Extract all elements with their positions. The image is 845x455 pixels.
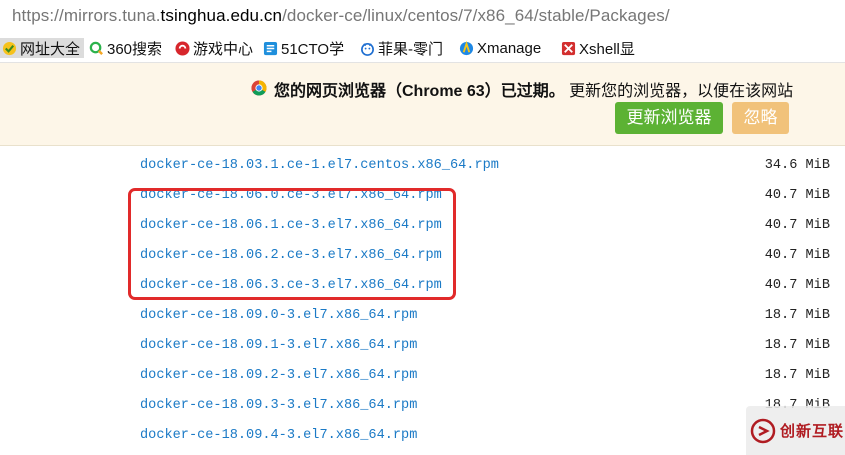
- url-domain: tsinghua.edu.cn: [160, 6, 283, 25]
- file-row: docker-ce-18.06.0.ce-3.el7.x86_64.rpm 40.…: [0, 182, 845, 212]
- bookmark-label: 菲果-零门: [378, 40, 443, 58]
- bookmark-label: 游戏中心: [193, 40, 254, 58]
- bookmark-label: 网址大全: [20, 40, 81, 58]
- file-link[interactable]: docker-ce-18.06.1.ce-3.el7.x86_64.rpm: [140, 218, 442, 233]
- watermark: 创新互联: [746, 406, 845, 455]
- bookmark-51cto[interactable]: 51CTO学: [263, 38, 344, 58]
- url-navigator-icon: [2, 41, 17, 55]
- file-link[interactable]: docker-ce-18.09.1-3.el7.x86_64.rpm: [140, 338, 417, 353]
- file-row: docker-ce-18.09.0-3.el7.x86_64.rpm 18.7 M…: [0, 302, 845, 332]
- bookmarks-bar: 网址大全 360搜索 游戏中心 51CTO学 菲果-零门 Xmanage Xsh…: [0, 34, 845, 63]
- file-size: 18.7 MiB: [764, 308, 830, 323]
- file-row: docker-ce-18.09.1-3.el7.x86_64.rpm 18.7 M…: [0, 332, 845, 362]
- file-size: 40.7 MiB: [764, 188, 830, 203]
- 360-search-icon: [89, 41, 103, 55]
- address-bar[interactable]: https://mirrors.tuna.tsinghua.edu.cn/doc…: [0, 0, 845, 34]
- file-row: docker-ce-18.09.4-3.el7.x86_64.rpm: [0, 422, 845, 452]
- update-browser-button[interactable]: 更新浏览器: [615, 102, 723, 134]
- bookmark-360-search[interactable]: 360搜索: [89, 38, 162, 58]
- file-row: docker-ce-18.06.1.ce-3.el7.x86_64.rpm 40.…: [0, 212, 845, 242]
- xmanager-icon: [459, 40, 474, 55]
- bookmark-feiguo[interactable]: 菲果-零门: [360, 38, 443, 58]
- url-prefix: https://mirrors.tuna.: [12, 6, 161, 25]
- bookmark-label: Xshell显: [579, 40, 635, 58]
- file-link[interactable]: docker-ce-18.09.0-3.el7.x86_64.rpm: [140, 308, 417, 323]
- file-size: 40.7 MiB: [764, 248, 830, 263]
- game-center-icon: [175, 40, 190, 56]
- file-size: 18.7 MiB: [764, 368, 830, 383]
- 51cto-icon: [263, 41, 278, 55]
- file-size: 34.6 MiB: [764, 158, 830, 173]
- file-size: 18.7 MiB: [764, 338, 830, 353]
- file-link[interactable]: docker-ce-18.09.2-3.el7.x86_64.rpm: [140, 368, 417, 383]
- outdated-browser-infobar: 您的网页浏览器（Chrome 63）已过期。 更新您的浏览器，以便在该网站 更新…: [0, 63, 845, 146]
- bookmark-url-navigator[interactable]: 网址大全: [0, 38, 85, 58]
- chrome-icon: [251, 80, 267, 96]
- file-link[interactable]: docker-ce-18.03.1.ce-1.el7.centos.x86_64…: [140, 158, 499, 173]
- infobar-message-bold: 您的网页浏览器（Chrome 63）已过期。: [274, 83, 565, 100]
- file-link[interactable]: docker-ce-18.06.2.ce-3.el7.x86_64.rpm: [140, 248, 442, 263]
- file-link[interactable]: docker-ce-18.09.3-3.el7.x86_64.rpm: [140, 398, 417, 413]
- file-link[interactable]: docker-ce-18.09.4-3.el7.x86_64.rpm: [140, 428, 417, 443]
- file-link[interactable]: docker-ce-18.06.0.ce-3.el7.x86_64.rpm: [140, 188, 442, 203]
- bookmark-xmanager[interactable]: Xmanage: [459, 38, 541, 58]
- bookmark-label: 51CTO学: [281, 40, 345, 58]
- ignore-button[interactable]: 忽略: [732, 102, 789, 134]
- bookmark-label: Xmanage: [477, 39, 542, 57]
- file-row: docker-ce-18.06.2.ce-3.el7.x86_64.rpm 40.…: [0, 242, 845, 272]
- file-link[interactable]: docker-ce-18.06.3.ce-3.el7.x86_64.rpm: [140, 278, 442, 293]
- feiguo-icon: [361, 42, 374, 56]
- chuangxin-hulian-logo-icon: [750, 418, 776, 443]
- watermark-text: 创新互联: [780, 423, 845, 440]
- infobar-message-rest: 更新您的浏览器，以便在该网站: [569, 83, 794, 100]
- file-row: docker-ce-18.09.3-3.el7.x86_64.rpm18.7 M…: [0, 392, 845, 422]
- file-size: 40.7 MiB: [764, 278, 830, 293]
- bookmark-label: 360搜索: [107, 40, 163, 58]
- xshell-icon: [561, 41, 576, 55]
- infobar-message: 您的网页浏览器（Chrome 63）已过期。 更新您的浏览器，以便在该网站: [274, 77, 793, 101]
- file-row: docker-ce-18.03.1.ce-1.el7.centos.x86_64…: [0, 152, 845, 182]
- url-path: /docker-ce/linux/centos/7/x86_64/stable/…: [282, 6, 670, 25]
- file-size: 40.7 MiB: [764, 218, 830, 233]
- bookmark-game-center[interactable]: 游戏中心: [175, 38, 253, 58]
- file-row: docker-ce-18.06.3.ce-3.el7.x86_64.rpm 40.…: [0, 272, 845, 302]
- file-row: docker-ce-18.09.2-3.el7.x86_64.rpm 18.7 M…: [0, 362, 845, 392]
- bookmark-xshell[interactable]: Xshell显: [561, 38, 635, 58]
- url-text[interactable]: https://mirrors.tuna.tsinghua.edu.cn/doc…: [12, 6, 670, 26]
